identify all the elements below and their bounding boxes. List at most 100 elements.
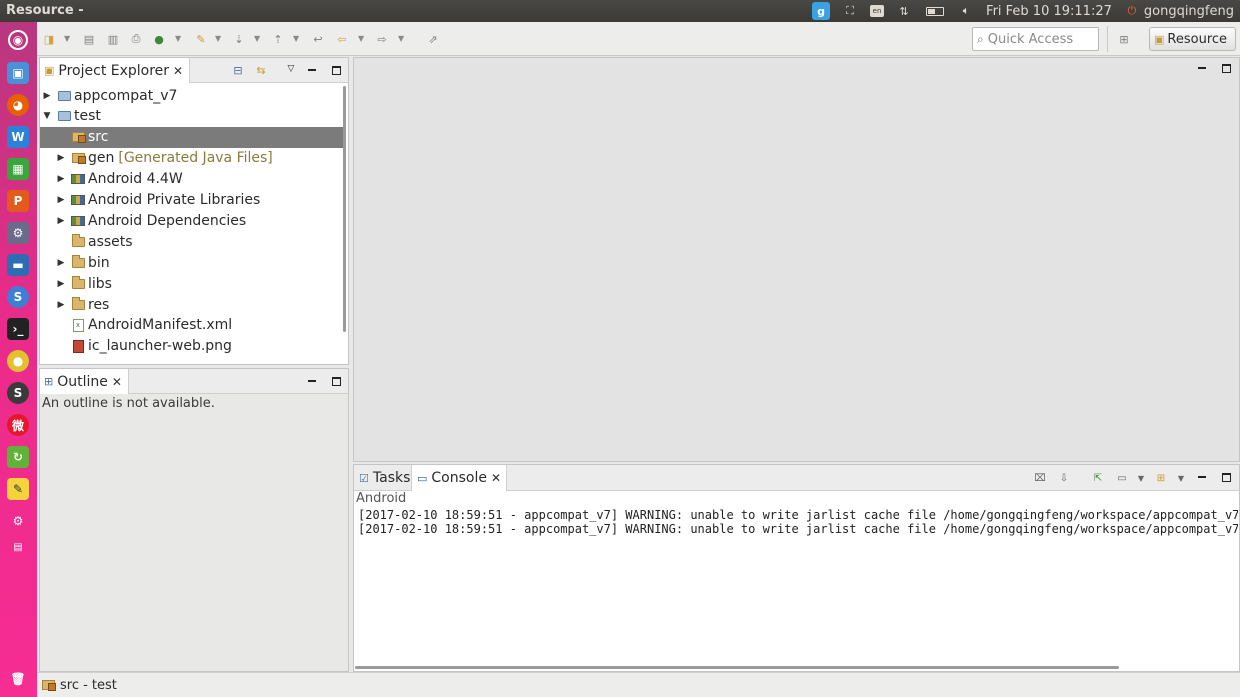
link-with-editor-icon[interactable]: ⇆	[255, 64, 267, 77]
settings-icon[interactable]: ⚙	[7, 510, 29, 532]
last-edit-icon[interactable]: ↩	[309, 30, 327, 48]
display-console-icon[interactable]: ▭	[1115, 471, 1129, 485]
browser-icon[interactable]: S	[7, 286, 29, 308]
save-all-icon[interactable]: ▥	[104, 30, 122, 48]
volume-icon[interactable]: 🔈︎	[958, 3, 974, 19]
close-icon[interactable]: ✕	[112, 375, 122, 389]
tree-item[interactable]: ▶ Android Private Libraries	[40, 190, 344, 211]
pin-console-icon[interactable]: ⇱	[1091, 471, 1105, 485]
chrome-icon[interactable]: ●	[7, 350, 29, 372]
maximize-icon[interactable]	[330, 375, 342, 387]
keyboard-icon[interactable]: en	[870, 5, 885, 17]
expand-arrow-icon[interactable]: ▶	[55, 215, 67, 227]
impress-icon[interactable]: P	[7, 190, 29, 212]
minimize-icon[interactable]	[1196, 471, 1208, 483]
expand-arrow-icon[interactable]: ▶	[55, 299, 67, 311]
prev-annotation-dropdown-icon[interactable]: ▼	[293, 31, 302, 45]
minimize-icon[interactable]	[306, 64, 318, 76]
minimize-icon[interactable]	[306, 375, 318, 387]
maximize-icon[interactable]	[1220, 62, 1232, 74]
tree-item[interactable]: x AndroidManifest.xml	[40, 315, 344, 336]
console-icon[interactable]: ›_	[7, 318, 29, 340]
tree-item[interactable]: ▶ libs	[40, 273, 344, 294]
android-sdk-icon[interactable]: ●	[150, 30, 168, 48]
resource-perspective-button[interactable]: ▣ Resource	[1149, 27, 1236, 51]
sublime-icon[interactable]: S	[7, 382, 29, 404]
notes-icon[interactable]: ✎	[7, 478, 29, 500]
open-console-dropdown-icon[interactable]: ▼	[1174, 471, 1188, 485]
tree-item[interactable]: ▶ bin	[40, 252, 344, 273]
tree-item[interactable]: ▼ test	[40, 106, 344, 127]
expand-arrow-icon[interactable]: ▶	[55, 152, 67, 164]
tab-project-explorer[interactable]: ▣ Project Explorer ✕	[40, 58, 191, 83]
user-menu[interactable]: ⏻ gongqingfeng	[1124, 3, 1234, 19]
search-tool-icon[interactable]: ✎	[192, 30, 210, 48]
files-icon[interactable]: ▣	[7, 62, 29, 84]
save-icon[interactable]: ▤	[80, 30, 98, 48]
maximize-icon[interactable]	[1220, 471, 1232, 483]
network-icon[interactable]: ⇅	[896, 3, 912, 19]
open-console-icon[interactable]: ⊞	[1154, 471, 1168, 485]
update-icon[interactable]: ↻	[7, 446, 29, 468]
forward-icon[interactable]: ⇨	[373, 30, 391, 48]
display-console-dropdown-icon[interactable]: ▼	[1134, 471, 1148, 485]
console-scrollbar[interactable]	[355, 666, 1119, 669]
expand-arrow-icon[interactable]: ▶	[55, 257, 67, 269]
run-dropdown-icon[interactable]: ▼	[175, 31, 184, 45]
back-dropdown-icon[interactable]: ▼	[358, 31, 367, 45]
writer-icon[interactable]: W	[7, 126, 29, 148]
battery-icon[interactable]	[924, 3, 946, 19]
tree-item[interactable]: ▶ Android Dependencies	[40, 210, 344, 231]
terminal-app-icon[interactable]: ▬	[7, 254, 29, 276]
trash-icon[interactable]: 🗑︎	[7, 668, 29, 690]
quick-access-input[interactable]	[987, 31, 1088, 47]
expand-arrow-icon[interactable]: ▶	[55, 278, 67, 290]
print-icon[interactable]: ⎙	[127, 30, 145, 48]
quick-access-field[interactable]: ⌕	[972, 27, 1099, 51]
firefox-icon[interactable]: ◕	[7, 94, 29, 116]
close-icon[interactable]: ✕	[491, 471, 501, 485]
workspace-icon[interactable]: ▤	[7, 536, 29, 558]
expand-arrow-icon[interactable]: ▶	[41, 90, 53, 102]
collapse-arrow-icon[interactable]: ▼	[41, 110, 53, 122]
forward-dropdown-icon[interactable]: ▼	[398, 31, 407, 45]
tab-outline[interactable]: ⊞ Outline ✕	[40, 369, 129, 394]
new-icon[interactable]: ◨	[40, 30, 58, 48]
tree-item[interactable]: ▶ Android 4.4W	[40, 169, 344, 190]
open-perspective-icon[interactable]: ⊞	[1115, 30, 1133, 48]
close-icon[interactable]: ✕	[173, 64, 183, 78]
tool-icon[interactable]: ⚙	[7, 222, 29, 244]
prev-annotation-icon[interactable]: ⇡	[269, 30, 287, 48]
search-dropdown-icon[interactable]: ▼	[215, 31, 224, 45]
pin-editor-icon[interactable]: ⇗	[424, 30, 442, 48]
annotation-dropdown-icon[interactable]: ▼	[254, 31, 263, 45]
expand-arrow-icon[interactable]: ▶	[55, 194, 67, 206]
clock[interactable]: Fri Feb 10 19:11:27	[986, 4, 1112, 19]
screenshot-icon[interactable]: ⛶	[842, 3, 858, 19]
tree-item[interactable]: assets	[40, 231, 344, 252]
maximize-icon[interactable]	[330, 64, 342, 76]
tree-item-label: Android 4.4W	[88, 171, 183, 188]
clear-console-icon[interactable]: ⌧	[1033, 471, 1047, 485]
scroll-lock-icon[interactable]: ⇩	[1057, 471, 1071, 485]
weibo-icon[interactable]: 微	[7, 414, 29, 436]
input-method-icon[interactable]: g	[812, 2, 831, 20]
back-icon[interactable]: ⇦	[333, 30, 351, 48]
expand-arrow-icon[interactable]: ▶	[55, 173, 67, 185]
calc-icon[interactable]: ▦	[7, 158, 29, 180]
tree-item[interactable]: src	[40, 126, 344, 148]
tree-item[interactable]: ▶ gen [Generated Java Files]	[40, 148, 344, 169]
tree-item[interactable]: ic_launcher-web.png	[40, 336, 344, 357]
tree-item[interactable]: ▶ appcompat_v7	[40, 85, 344, 106]
tree-item[interactable]: ▶ res	[40, 294, 344, 315]
tree-item-label: bin	[88, 254, 110, 271]
tab-tasks[interactable]: ☑ Tasks	[354, 465, 415, 491]
dash-icon[interactable]: ◉	[8, 30, 28, 50]
next-annotation-icon[interactable]: ⇣	[230, 30, 248, 48]
new-dropdown-icon[interactable]: ▼	[64, 31, 73, 45]
tree-scrollbar[interactable]	[343, 86, 346, 332]
tab-console[interactable]: ▭ Console ✕	[411, 465, 508, 491]
minimize-icon[interactable]	[1196, 62, 1208, 74]
view-menu-icon[interactable]: ▽	[285, 63, 297, 75]
collapse-all-icon[interactable]: ⊟	[232, 64, 244, 77]
